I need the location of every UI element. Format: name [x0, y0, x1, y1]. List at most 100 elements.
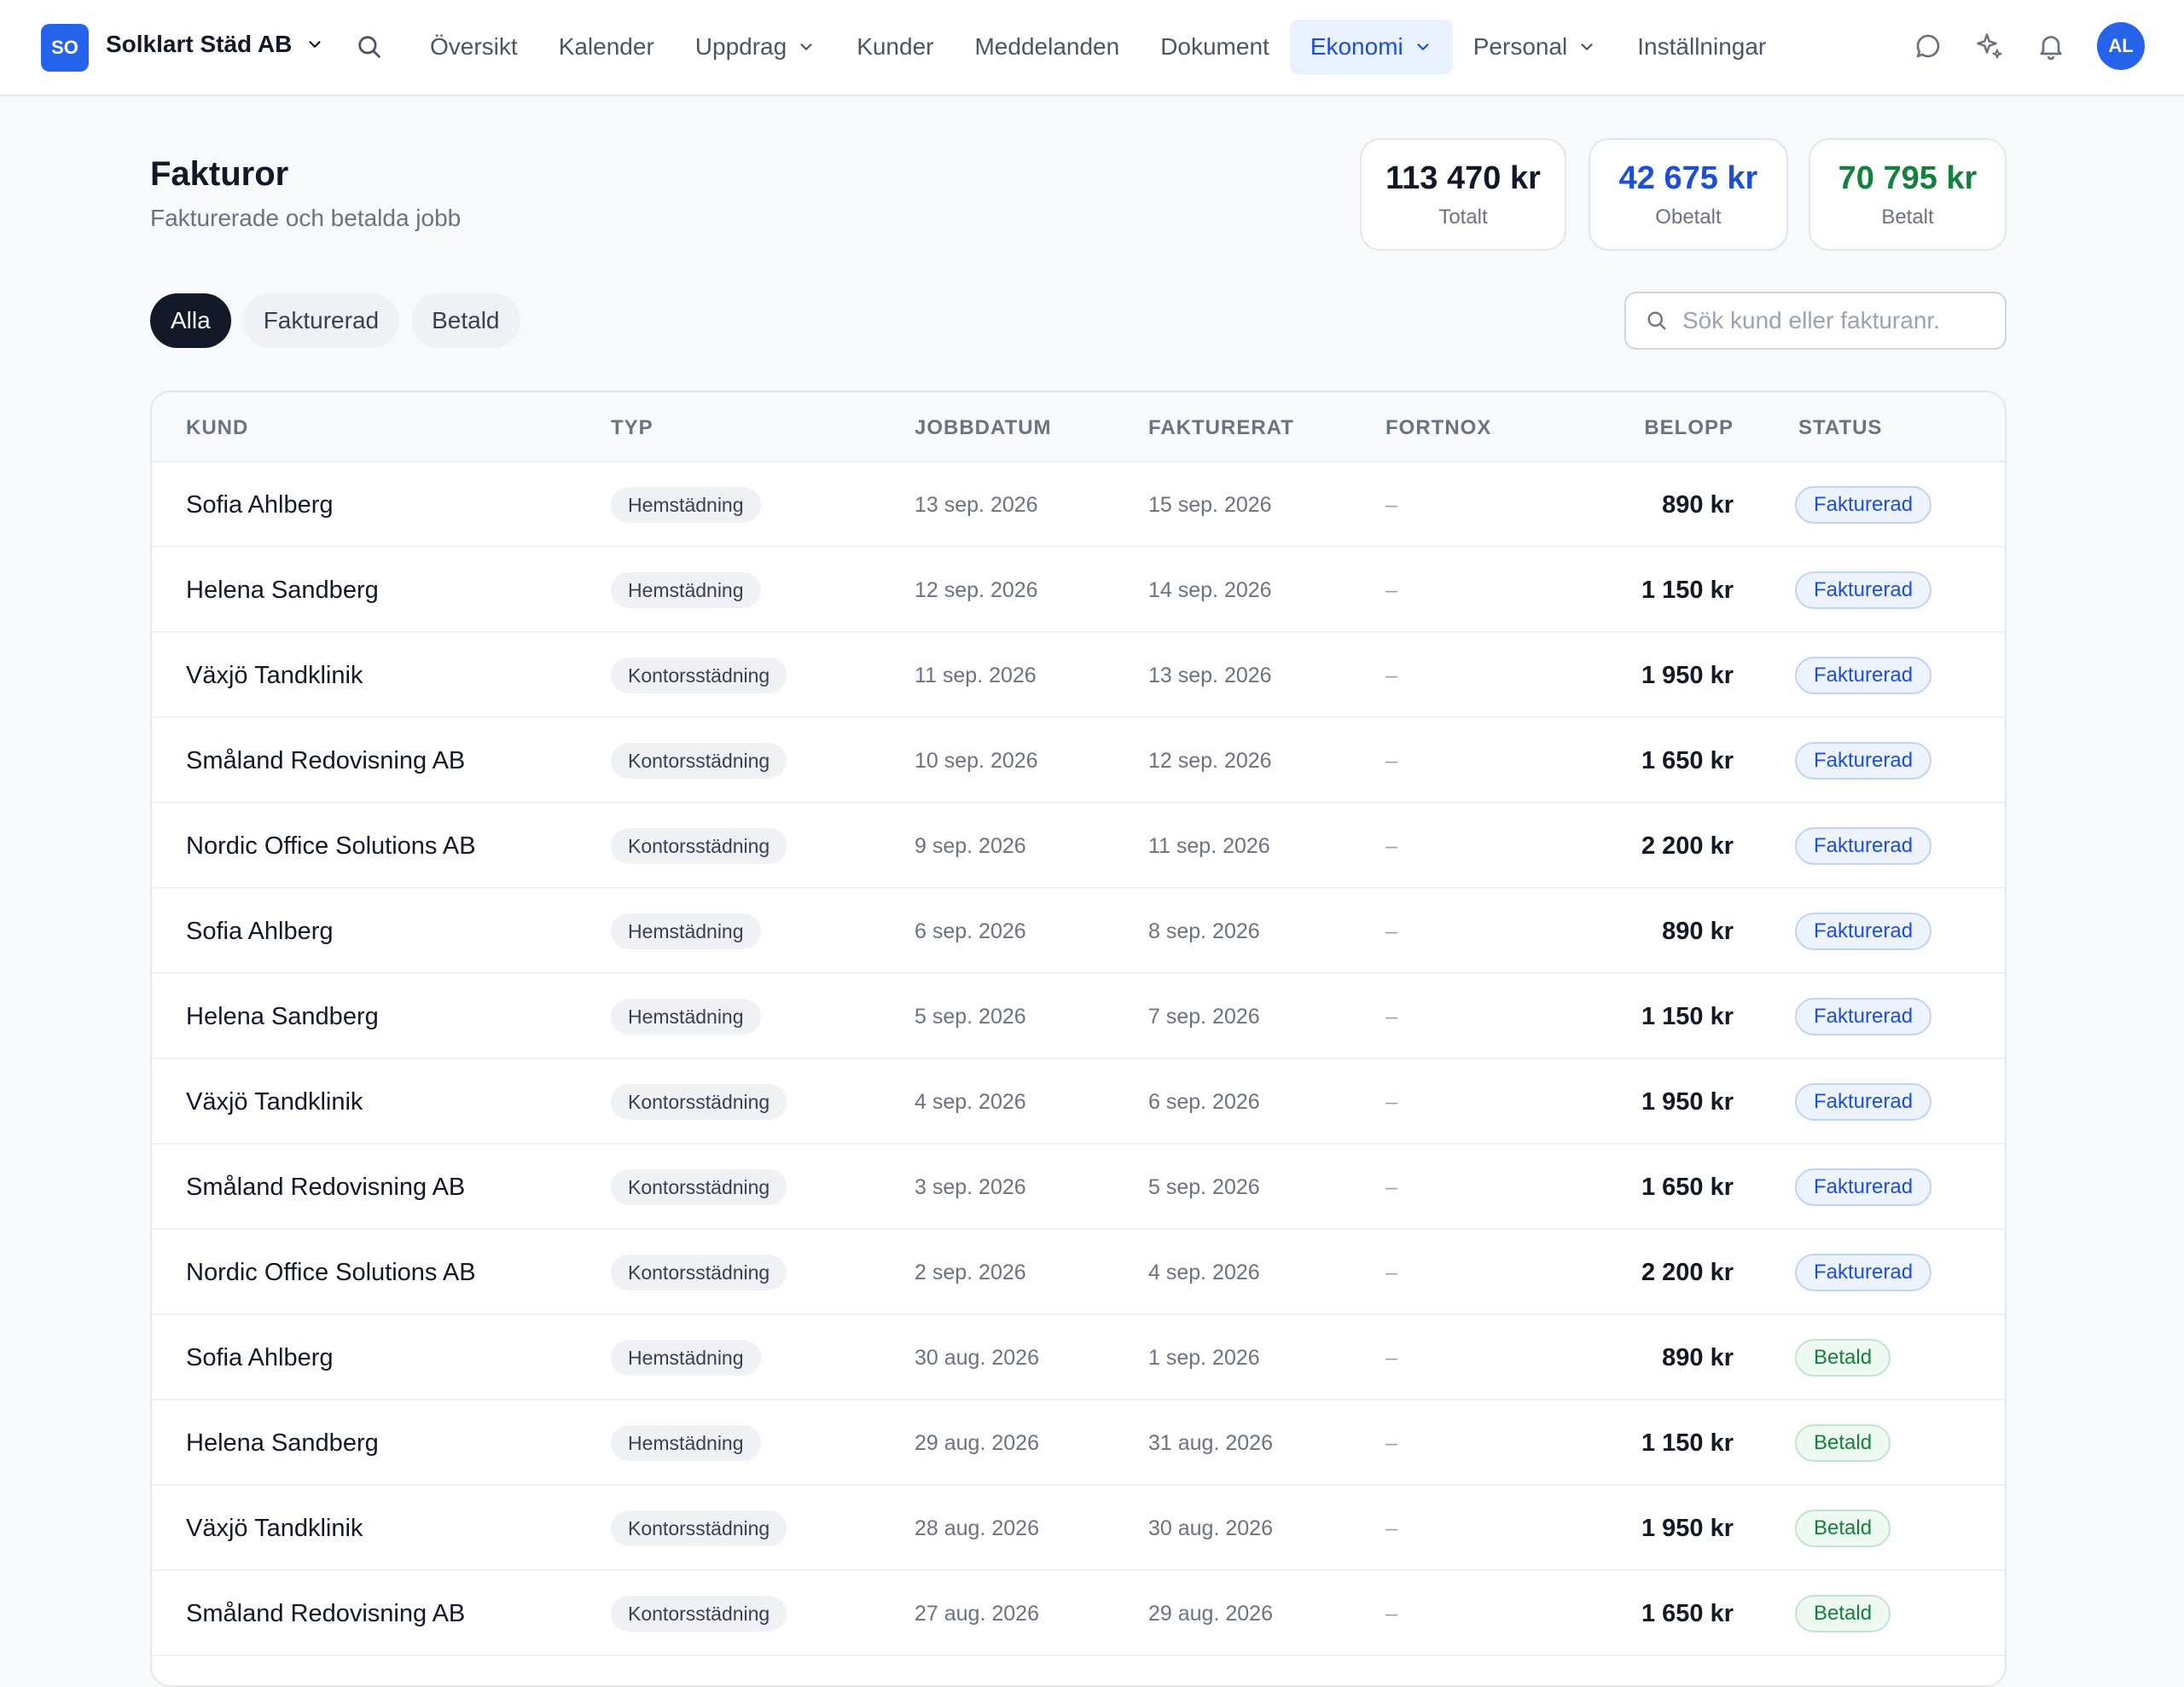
table-row[interactable]: Nordic Office Solutions AB Kontorsstädnin…: [152, 1230, 2005, 1315]
stat-unpaid-label: Obetalt: [1655, 205, 1722, 229]
cell-status: Fakturerad: [1795, 633, 1932, 718]
cell-status: Fakturerad: [1795, 803, 1932, 889]
status-badge: Betald: [1795, 1510, 1891, 1547]
cell-belopp: 1 950 kr: [1641, 1514, 1734, 1542]
cell-typ: Hemstädning: [611, 1315, 761, 1400]
nav-item-kalender[interactable]: Kalender: [538, 20, 675, 74]
cell-fortnox: –: [1385, 492, 1397, 517]
cell-fortnox: –: [1385, 577, 1397, 602]
page-title: Fakturor: [150, 155, 289, 193]
nav-item-uppdrag[interactable]: Uppdrag: [675, 20, 836, 74]
main-menu: Översikt Kalender Uppdrag Kunder Meddelanden…: [410, 19, 1786, 75]
cell-jobbdatum: 4 sep. 2026: [915, 1089, 1026, 1114]
cell-fakturerat: 15 sep. 2026: [1148, 492, 1272, 517]
page-subtitle: Fakturerade och betalda jobb: [150, 205, 462, 231]
cell-belopp: 1 650 kr: [1641, 746, 1734, 774]
status-badge: Fakturerad: [1795, 913, 1932, 950]
table-row[interactable]: Helena Sandberg Hemstädning 29 aug. 2026 31…: [152, 1400, 2005, 1486]
cell-fortnox: –: [1385, 1260, 1397, 1284]
cell-jobbdatum: 9 sep. 2026: [915, 833, 1026, 858]
company-switcher[interactable]: Solklart Städ AB: [106, 31, 324, 58]
table-row[interactable]: Småland Redovisning AB Kontorsstädning 10 …: [152, 718, 2005, 803]
filter-alla[interactable]: Alla: [150, 293, 231, 348]
invoice-search[interactable]: [1624, 292, 2007, 350]
nav-item-översikt[interactable]: Översikt: [410, 20, 538, 74]
chevron-down-icon: [309, 41, 321, 48]
search-icon[interactable]: [355, 32, 384, 61]
nav-item-label: Ekonomi: [1310, 33, 1403, 60]
cell-belopp: 890 kr: [1662, 490, 1734, 519]
table-row[interactable]: Helena Sandberg Hemstädning 5 sep. 2026 7 s…: [152, 974, 2005, 1059]
table-row[interactable]: Småland Redovisning AB Kontorsstädning 3 s…: [152, 1145, 2005, 1230]
col-kund[interactable]: KUND: [186, 416, 248, 440]
cell-fortnox: –: [1385, 919, 1397, 943]
cell-fortnox: –: [1385, 1089, 1397, 1114]
table-row[interactable]: Sofia Ahlberg Hemstädning 13 sep. 2026 15 s…: [152, 462, 2005, 548]
cell-typ: Hemstädning: [611, 1400, 761, 1486]
col-fortnox[interactable]: FORTNOX: [1385, 416, 1491, 440]
sparkle-icon[interactable]: [1974, 31, 2005, 61]
status-badge: Fakturerad: [1795, 571, 1932, 609]
chat-icon[interactable]: [1913, 31, 1943, 61]
nav-item-label: Meddelanden: [974, 33, 1120, 60]
user-avatar[interactable]: AL: [2097, 22, 2145, 70]
type-badge: Kontorsstädning: [611, 1084, 787, 1120]
col-belopp[interactable]: BELOPP: [1644, 416, 1734, 440]
cell-fakturerat: 13 sep. 2026: [1148, 663, 1272, 687]
cell-typ: Kontorsstädning: [611, 1486, 787, 1571]
cell-kund: Nordic Office Solutions AB: [186, 832, 476, 860]
nav-item-meddelanden[interactable]: Meddelanden: [954, 20, 1140, 74]
table-row[interactable]: Nordic Office Solutions AB Kontorsstädnin…: [152, 803, 2005, 889]
table-row[interactable]: Sofia Ahlberg Hemstädning 30 aug. 2026 1 se…: [152, 1315, 2005, 1400]
nav-item-label: Personal: [1472, 33, 1568, 60]
col-status[interactable]: STATUS: [1798, 416, 1882, 440]
top-navigation: SO Solklart Städ AB Översikt Kalender Uppd…: [0, 0, 2184, 96]
status-filter-group: Alla Fakturerad Betald: [150, 293, 520, 348]
cell-belopp: 2 200 kr: [1641, 832, 1734, 860]
col-typ[interactable]: TYP: [611, 416, 653, 440]
stat-total: 113 470 kr Totalt: [1360, 138, 1566, 251]
nav-item-kunder[interactable]: Kunder: [836, 20, 954, 74]
cell-status: Fakturerad: [1795, 974, 1932, 1059]
cell-belopp: 1 950 kr: [1641, 661, 1734, 689]
nav-item-dokument[interactable]: Dokument: [1140, 20, 1290, 74]
cell-jobbdatum: 11 sep. 2026: [915, 663, 1037, 687]
status-badge: Betald: [1795, 1424, 1891, 1462]
col-jobbdatum[interactable]: JOBBDATUM: [915, 416, 1052, 440]
cell-status: Betald: [1795, 1315, 1891, 1400]
stat-total-label: Totalt: [1438, 205, 1488, 229]
cell-fakturerat: 7 sep. 2026: [1148, 1004, 1260, 1029]
table-row[interactable]: Sofia Ahlberg Hemstädning 6 sep. 2026 8 sep…: [152, 889, 2005, 974]
status-badge: Fakturerad: [1795, 1083, 1932, 1121]
table-row[interactable]: Växjö Tandklinik Kontorsstädning 28 aug. 2…: [152, 1486, 2005, 1571]
status-badge: Betald: [1795, 1339, 1891, 1377]
cell-kund: Helena Sandberg: [186, 576, 379, 604]
bell-icon[interactable]: [2036, 31, 2066, 61]
table-header: KUND TYP JOBBDATUM FAKTURERAT FORTNOX BE…: [152, 392, 2005, 462]
cell-typ: Kontorsstädning: [611, 1571, 787, 1656]
cell-fakturerat: 11 sep. 2026: [1148, 833, 1270, 858]
stat-paid-label: Betalt: [1881, 205, 1934, 229]
table-row[interactable]: Växjö Tandklinik Kontorsstädning 4 sep. 20…: [152, 1059, 2005, 1145]
table-row[interactable]: Småland Redovisning AB Kontorsstädning 27 …: [152, 1571, 2005, 1656]
company-logo[interactable]: SO: [41, 24, 89, 72]
nav-item-personal[interactable]: Personal: [1453, 20, 1618, 74]
filter-betald[interactable]: Betald: [411, 293, 520, 348]
type-badge: Kontorsstädning: [611, 828, 787, 864]
cell-typ: Kontorsstädning: [611, 1145, 787, 1230]
search-input[interactable]: [1682, 307, 1989, 334]
nav-item-inställningar[interactable]: Inställningar: [1617, 20, 1786, 74]
table-row[interactable]: Helena Sandberg Hemstädning 12 sep. 2026 14…: [152, 548, 2005, 633]
nav-item-label: Kalender: [558, 33, 654, 60]
nav-actions: AL: [1913, 22, 2145, 70]
cell-jobbdatum: 28 aug. 2026: [915, 1516, 1039, 1540]
cell-belopp: 1 150 kr: [1641, 1429, 1734, 1457]
col-fakturerat[interactable]: FAKTURERAT: [1148, 416, 1294, 440]
table-row[interactable]: Växjö Tandklinik Kontorsstädning 11 sep. 2…: [152, 633, 2005, 718]
cell-fortnox: –: [1385, 1004, 1397, 1029]
cell-fakturerat: 30 aug. 2026: [1148, 1516, 1273, 1540]
cell-typ: Hemstädning: [611, 462, 761, 548]
filter-fakturerad[interactable]: Fakturerad: [242, 293, 400, 348]
nav-item-ekonomi[interactable]: Ekonomi: [1289, 20, 1453, 74]
cell-fakturerat: 31 aug. 2026: [1148, 1430, 1273, 1455]
